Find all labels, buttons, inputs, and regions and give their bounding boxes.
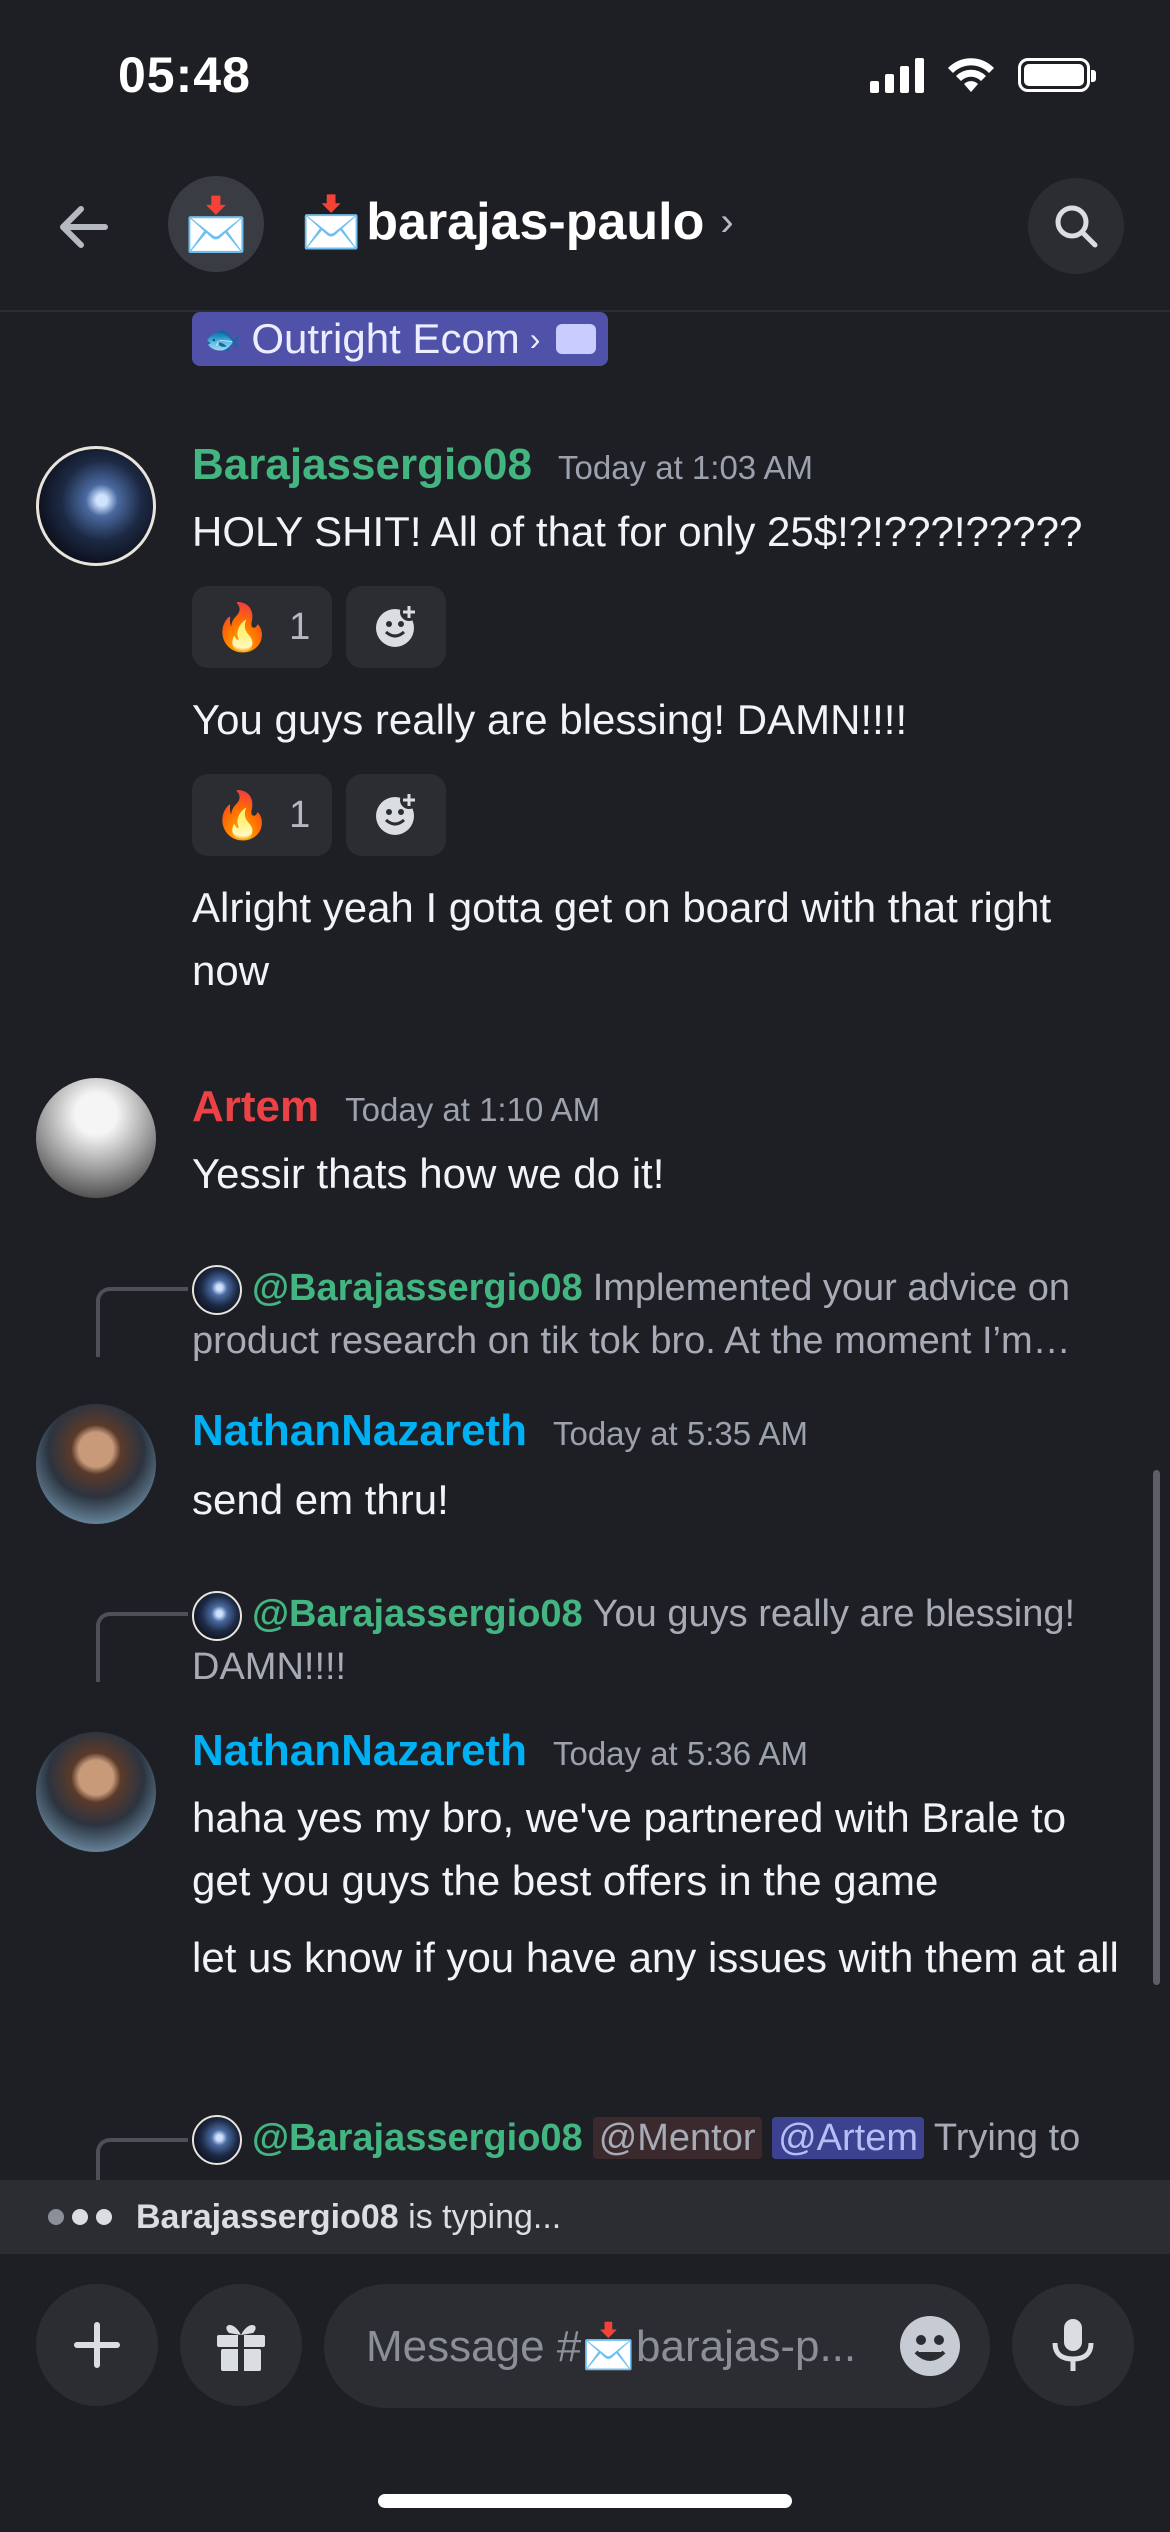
plus-icon bbox=[74, 2322, 120, 2368]
chat-bubble-icon bbox=[556, 324, 597, 354]
add-reaction-button[interactable] bbox=[346, 774, 446, 856]
search-button[interactable] bbox=[1028, 178, 1124, 274]
avatar[interactable] bbox=[36, 1404, 156, 1524]
mention-artem: @Artem bbox=[772, 2117, 925, 2159]
add-attachment-button[interactable] bbox=[36, 2284, 158, 2406]
add-reaction-button[interactable] bbox=[346, 586, 446, 668]
search-icon bbox=[1055, 205, 1098, 248]
reply-connector bbox=[96, 1612, 188, 1682]
channel-avatar[interactable]: 📩 bbox=[168, 176, 264, 272]
message-text: haha yes my bro, we've partnered with Br… bbox=[192, 1794, 1067, 1904]
forum-channel-link[interactable]: 🐟 Outright Ecom › bbox=[192, 312, 609, 366]
author-name[interactable]: Barajassergio08 bbox=[192, 440, 532, 490]
back-button[interactable] bbox=[48, 192, 118, 262]
forum-label: Outright Ecom bbox=[251, 315, 520, 362]
reply-author: @Barajassergio08 bbox=[252, 2117, 583, 2159]
avatar[interactable] bbox=[36, 1732, 156, 1852]
message-placeholder: Message #📩barajas-p... bbox=[366, 2322, 857, 2371]
add-reaction-icon bbox=[376, 791, 418, 835]
message-text: send em thru! bbox=[192, 1476, 449, 1523]
reply-avatar bbox=[192, 1590, 242, 1641]
message-input[interactable]: Message #📩barajas-p... bbox=[324, 2284, 990, 2408]
reply-avatar bbox=[192, 2114, 242, 2165]
channel-emoji: 📩 bbox=[300, 193, 363, 250]
home-indicator[interactable] bbox=[378, 2494, 792, 2508]
message-header: NathanNazareth Today at 5:36 AM bbox=[192, 1726, 808, 1776]
message-text: You guys really are blessing! DAMN!!!! bbox=[192, 696, 908, 743]
author-name[interactable]: NathanNazareth bbox=[192, 1406, 527, 1456]
typing-suffix: is typing... bbox=[398, 2197, 562, 2236]
emoji-icon[interactable] bbox=[900, 2316, 960, 2376]
reply-preview[interactable]: @Barajassergio08 @Mentor @Artem Trying to bbox=[192, 2112, 1112, 2165]
gift-button[interactable] bbox=[180, 2284, 302, 2406]
timestamp: Today at 5:36 AM bbox=[552, 1735, 808, 1772]
status-icons bbox=[870, 56, 1096, 94]
scrollbar[interactable] bbox=[1153, 1470, 1160, 1985]
reply-text: Trying to bbox=[933, 2117, 1081, 2159]
typing-dots-icon bbox=[48, 2209, 112, 2225]
typing-indicator: Barajassergio08 is typing... bbox=[0, 2180, 1170, 2254]
battery-icon bbox=[1018, 58, 1096, 92]
author-name[interactable]: NathanNazareth bbox=[192, 1726, 527, 1776]
status-time: 05:48 bbox=[118, 47, 251, 103]
message-list[interactable]: 🐟 Outright Ecom › Barajassergio08 Today … bbox=[0, 312, 1170, 2180]
reply-connector bbox=[96, 2138, 188, 2180]
chevron-right-icon: › bbox=[529, 320, 541, 357]
timestamp: Today at 5:35 AM bbox=[552, 1415, 808, 1452]
mention-mentor: @Mentor bbox=[592, 2117, 762, 2159]
reply-author: @Barajassergio08 bbox=[252, 1267, 583, 1309]
reply-connector bbox=[96, 1287, 188, 1357]
message-text: Yessir thats how we do it! bbox=[192, 1150, 665, 1197]
author-name[interactable]: Artem bbox=[192, 1082, 319, 1132]
typing-user: Barajassergio08 bbox=[136, 2197, 399, 2236]
reply-avatar bbox=[192, 1264, 242, 1315]
voice-message-button[interactable] bbox=[1012, 2284, 1134, 2406]
message-header: Artem Today at 1:10 AM bbox=[192, 1082, 600, 1132]
add-reaction-icon bbox=[376, 603, 418, 647]
status-bar: 05:48 bbox=[0, 0, 1170, 150]
avatar[interactable] bbox=[36, 446, 156, 566]
reaction-fire[interactable]: 🔥 1 bbox=[192, 774, 332, 856]
reaction-count: 1 bbox=[289, 793, 311, 836]
chevron-right-icon: › bbox=[720, 199, 734, 244]
message-header: Barajassergio08 Today at 1:03 AM bbox=[192, 440, 813, 490]
wifi-icon bbox=[948, 58, 994, 92]
back-arrow-icon bbox=[60, 206, 108, 248]
message-text: let us know if you have any issues with … bbox=[192, 1934, 1119, 1981]
fire-icon: 🔥 bbox=[213, 788, 272, 841]
fire-icon: 🔥 bbox=[213, 600, 272, 653]
typing-text: Barajassergio08 is typing... bbox=[136, 2198, 561, 2237]
microphone-icon bbox=[1052, 2319, 1094, 2371]
channel-name: barajas-paulo bbox=[366, 193, 705, 251]
timestamp: Today at 1:10 AM bbox=[345, 1091, 601, 1128]
message-header: NathanNazareth Today at 5:35 AM bbox=[192, 1406, 808, 1456]
avatar[interactable] bbox=[36, 1078, 156, 1198]
channel-title[interactable]: 📩 barajas-paulo › bbox=[300, 192, 734, 252]
gift-icon bbox=[217, 2324, 265, 2371]
message-text: HOLY SHIT! All of that for only 25$!?!??… bbox=[192, 508, 1083, 555]
message-text: Alright yeah I gotta get on board with t… bbox=[192, 884, 1052, 994]
channel-header: 📩 📩 barajas-paulo › bbox=[0, 170, 1170, 312]
reply-preview[interactable]: @Barajassergio08 Implemented your advice … bbox=[192, 1262, 1112, 1368]
message-composer: Message #📩barajas-p... bbox=[0, 2254, 1170, 2532]
cellular-signal-icon bbox=[870, 57, 924, 93]
reaction-count: 1 bbox=[289, 605, 311, 648]
forum-emoji: 🐟 bbox=[204, 322, 242, 356]
reply-preview[interactable]: @Barajassergio08 You guys really are bles… bbox=[192, 1588, 1112, 1694]
reply-author: @Barajassergio08 bbox=[252, 1593, 583, 1635]
timestamp: Today at 1:03 AM bbox=[558, 449, 813, 486]
reaction-fire[interactable]: 🔥 1 bbox=[192, 586, 332, 668]
